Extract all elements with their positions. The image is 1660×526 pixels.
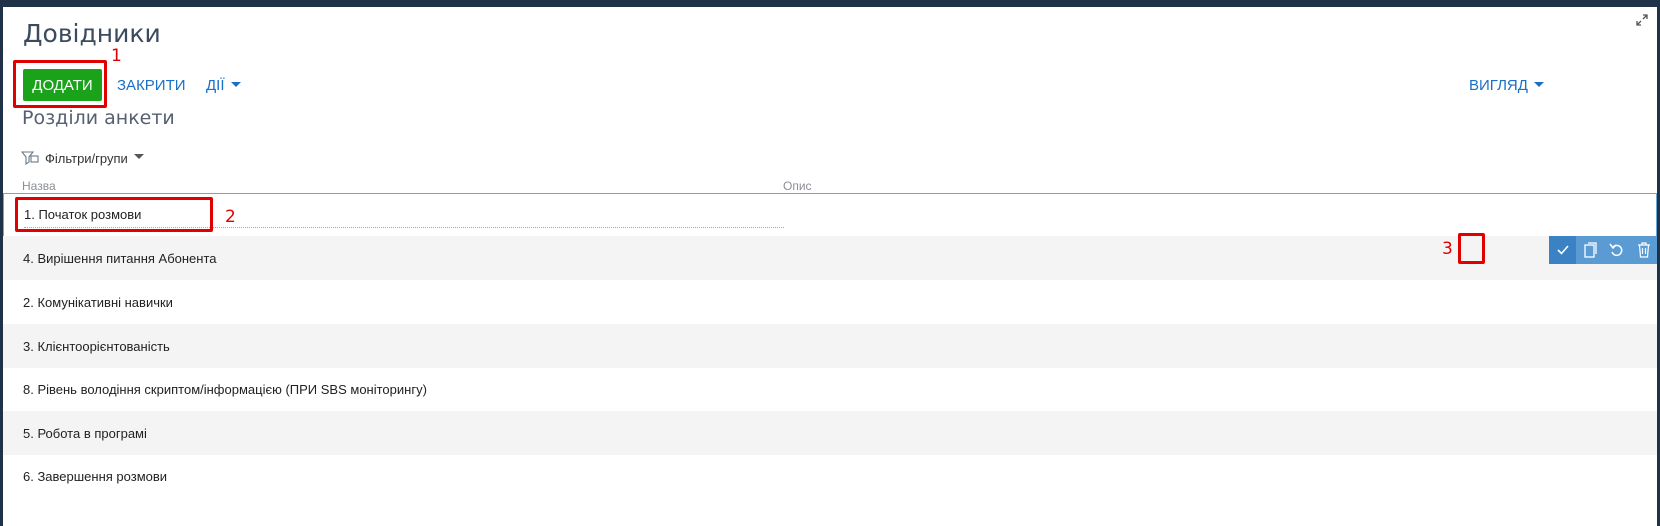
- page-title: Довідники: [23, 19, 161, 48]
- annotation-label-1: 1: [111, 46, 122, 66]
- column-header-name[interactable]: Назва: [22, 179, 56, 193]
- view-menu-label: ВИГЛЯД: [1469, 77, 1528, 94]
- section-title: Розділи анкети: [22, 107, 175, 129]
- undo-button[interactable]: [1603, 236, 1630, 264]
- row-name: 4. Вирішення питання Абонента: [23, 250, 217, 266]
- row-name: 5. Робота в програмі: [23, 425, 147, 441]
- close-button[interactable]: ЗАКРИТИ: [117, 77, 186, 94]
- chevron-down-icon: [133, 153, 144, 159]
- expand-icon[interactable]: [1635, 13, 1649, 27]
- row-name: 6. Завершення розмови: [23, 468, 168, 484]
- annotation-box-3: [1458, 233, 1485, 264]
- annotation-label-3: 3: [1442, 239, 1453, 259]
- trash-icon: [1637, 242, 1650, 258]
- table-row[interactable]: 6. Завершення розмови: [3, 454, 1657, 498]
- row-name: 2. Комунікативні навички: [23, 294, 173, 310]
- copy-button[interactable]: [1576, 236, 1603, 264]
- annotation-box-1: [13, 60, 107, 108]
- row-actions-toolbar: [1549, 236, 1657, 264]
- filter-icon: [21, 151, 39, 166]
- chevron-down-icon: [1533, 81, 1544, 87]
- actions-menu-button[interactable]: ДІЇ: [206, 77, 241, 94]
- column-header-description[interactable]: Опис: [783, 179, 812, 193]
- save-button[interactable]: [1549, 236, 1576, 264]
- table-row[interactable]: 8. Рівень володіння скриптом/інформацією…: [3, 367, 1657, 411]
- table-row[interactable]: 2. Комунікативні навички: [3, 280, 1657, 324]
- actions-menu-label: ДІЇ: [206, 77, 225, 94]
- lookups-panel: Довідники ДОДАТИ 1 ЗАКРИТИ ДІЇ ВИГЛЯД Ро…: [3, 7, 1657, 526]
- delete-button[interactable]: [1630, 236, 1657, 264]
- row-name: 8. Рівень володіння скриптом/інформацією…: [23, 381, 427, 397]
- annotation-label-2: 2: [225, 207, 236, 227]
- table-row[interactable]: 4. Вирішення питання Абонента: [3, 236, 1657, 280]
- table-row[interactable]: 3. Клієнтоорієнтованість: [3, 324, 1657, 368]
- row-name: 3. Клієнтоорієнтованість: [23, 338, 170, 354]
- copy-icon: [1583, 242, 1597, 258]
- check-icon: [1556, 245, 1569, 255]
- filters-groups-button[interactable]: Фільтри/групи: [21, 150, 144, 166]
- filters-label: Фільтри/групи: [45, 150, 128, 166]
- annotation-box-2: [15, 197, 213, 232]
- table-row[interactable]: 5. Робота в програмі: [3, 411, 1657, 455]
- chevron-down-icon: [230, 81, 241, 87]
- view-menu-button[interactable]: ВИГЛЯД: [1469, 77, 1544, 94]
- table-row-editing[interactable]: [3, 193, 1657, 237]
- undo-icon: [1608, 243, 1622, 257]
